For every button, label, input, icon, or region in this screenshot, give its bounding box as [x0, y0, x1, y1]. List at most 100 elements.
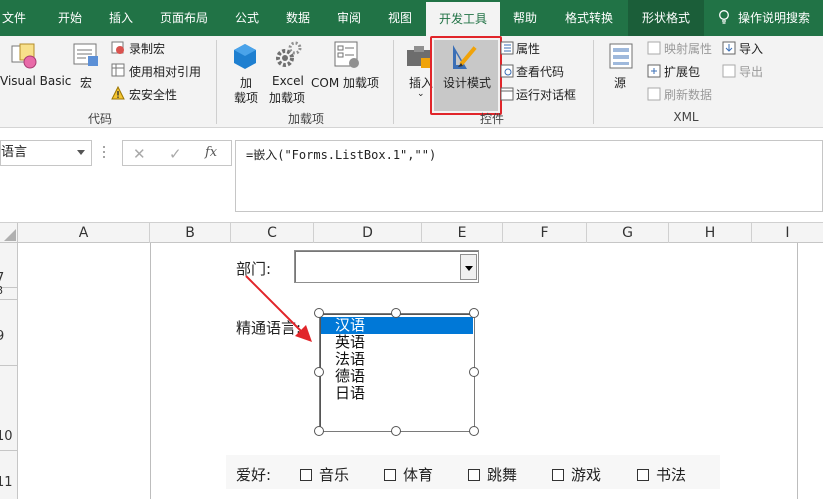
row-divider: [0, 365, 18, 366]
tab-review[interactable]: 审阅: [329, 0, 369, 36]
record-macro-button[interactable]: 录制宏: [129, 40, 165, 57]
checkbox-icon: [384, 469, 396, 481]
checkbox-music[interactable]: 音乐: [300, 464, 349, 485]
row-header-10[interactable]: 10: [0, 429, 13, 444]
relative-refs-icon: [111, 63, 125, 77]
dept-combobox[interactable]: [294, 250, 479, 283]
row-header-9[interactable]: 9: [0, 329, 4, 344]
macros-icon: [73, 43, 98, 66]
column-header-g[interactable]: G: [587, 223, 669, 243]
language-listbox[interactable]: 汉语 英语 法语 德语 日语: [319, 313, 475, 432]
formula-input[interactable]: =嵌入("Forms.ListBox.1",""): [235, 140, 823, 212]
checkbox-icon: [300, 469, 312, 481]
name-box[interactable]: 语言: [0, 140, 92, 166]
list-item[interactable]: 法语: [321, 351, 473, 368]
name-box-value: 语言: [1, 145, 28, 160]
list-item[interactable]: 德语: [321, 368, 473, 385]
confirm-icon[interactable]: ✓: [169, 145, 182, 163]
column-header-b[interactable]: B: [150, 223, 231, 243]
column-line: [150, 243, 151, 499]
resize-handle[interactable]: [469, 308, 479, 318]
resize-handle[interactable]: [469, 367, 479, 377]
row-header-11[interactable]: 11: [0, 475, 13, 490]
list-item[interactable]: 汉语: [321, 317, 473, 334]
tab-insert[interactable]: 插入: [101, 0, 141, 36]
search-label: 操作说明搜索: [738, 11, 811, 25]
group-label-controls: 控件: [479, 112, 504, 126]
resize-handle[interactable]: [391, 426, 401, 436]
tab-view[interactable]: 视图: [380, 0, 420, 36]
checkbox-label: 体育: [403, 466, 434, 484]
checkbox-games[interactable]: 游戏: [552, 464, 601, 485]
view-code-button[interactable]: 查看代码: [516, 63, 564, 80]
export-button[interactable]: 导出: [739, 63, 763, 80]
list-item[interactable]: 日语: [321, 385, 473, 402]
tab-help[interactable]: 帮助: [505, 0, 545, 36]
column-header-h[interactable]: H: [669, 223, 752, 243]
formula-bar: 语言 ✕ ✓ fx =嵌入("Forms.ListBox.1",""): [0, 128, 823, 220]
properties-button[interactable]: 属性: [516, 40, 540, 57]
row-header-8[interactable]: 8: [0, 284, 3, 297]
ribbon: Visual Basic 宏 录制宏 使用相对引用 宏安全性 代码 加 载项 E…: [0, 36, 823, 128]
column-header-f[interactable]: F: [503, 223, 587, 243]
tab-data[interactable]: 数据: [278, 0, 318, 36]
cancel-icon[interactable]: ✕: [133, 145, 146, 163]
tab-shape-format[interactable]: 形状格式: [628, 0, 704, 36]
tab-formulas[interactable]: 公式: [227, 0, 267, 36]
tab-file[interactable]: 文件: [0, 0, 28, 36]
resize-handle[interactable]: [391, 308, 401, 318]
map-properties-button[interactable]: 映射属性: [664, 40, 712, 57]
resize-handle[interactable]: [314, 426, 324, 436]
macros-button[interactable]: 宏: [80, 74, 92, 91]
tab-page-layout[interactable]: 页面布局: [152, 0, 216, 36]
chevron-down-icon[interactable]: [77, 150, 85, 155]
tab-format-convert[interactable]: 格式转换: [556, 0, 622, 36]
xml-source-icon: [609, 43, 633, 69]
row-divider: [0, 299, 18, 300]
checkbox-label: 跳舞: [487, 466, 518, 484]
checkbox-icon: [552, 469, 564, 481]
column-header-a[interactable]: A: [18, 223, 150, 243]
properties-icon: [500, 41, 514, 55]
relative-refs-button[interactable]: 使用相对引用: [129, 63, 201, 80]
column-header-e[interactable]: E: [422, 223, 503, 243]
tell-me-search[interactable]: 操作说明搜索: [708, 0, 823, 36]
import-button[interactable]: 导入: [739, 40, 763, 57]
red-arrow-icon: [245, 275, 312, 342]
insert-dropdown-chevron-icon[interactable]: ⌄: [417, 89, 425, 99]
chevron-down-icon: [465, 266, 473, 271]
excel-window: 文件 开始 插入 页面布局 公式 数据 审阅 视图 开发工具 帮助 格式转换 形…: [0, 0, 823, 499]
excel-addins-line2[interactable]: 加载项: [269, 89, 305, 106]
addins-label-line2[interactable]: 载项: [234, 89, 258, 106]
combo-dropdown-button[interactable]: [460, 254, 477, 280]
checkbox-dance[interactable]: 跳舞: [468, 464, 517, 485]
xml-source-button[interactable]: 源: [614, 74, 626, 91]
checkbox-calligraphy[interactable]: 书法: [637, 464, 686, 485]
tab-developer[interactable]: 开发工具: [426, 0, 500, 36]
warning-icon: [111, 86, 125, 100]
checkbox-sports[interactable]: 体育: [384, 464, 433, 485]
refresh-data-icon: [647, 87, 661, 101]
column-header-c[interactable]: C: [231, 223, 314, 243]
visual-basic-button[interactable]: Visual Basic: [0, 74, 71, 88]
column-header-i[interactable]: I: [752, 223, 823, 243]
excel-addins-line1[interactable]: Excel: [272, 74, 304, 88]
expansion-packs-icon: [647, 64, 661, 78]
checkbox-label: 游戏: [571, 466, 602, 484]
export-icon: [722, 64, 736, 78]
resize-handle[interactable]: [314, 367, 324, 377]
list-item[interactable]: 英语: [321, 334, 473, 351]
com-addins-button[interactable]: COM 加载项: [311, 74, 379, 91]
macro-security-button[interactable]: 宏安全性: [129, 86, 177, 103]
resize-handle[interactable]: [469, 426, 479, 436]
expansion-packs-button[interactable]: 扩展包: [664, 63, 700, 80]
select-all-corner[interactable]: [0, 223, 18, 243]
design-mode-highlight: [430, 36, 502, 115]
run-dialog-button[interactable]: 运行对话框: [516, 86, 576, 103]
tab-home[interactable]: 开始: [50, 0, 90, 36]
insert-function-icon[interactable]: fx: [205, 145, 217, 160]
hobby-label: 爱好:: [236, 466, 272, 484]
column-header-d[interactable]: D: [314, 223, 422, 243]
view-code-icon: [500, 64, 514, 78]
refresh-data-button[interactable]: 刷新数据: [664, 86, 712, 103]
